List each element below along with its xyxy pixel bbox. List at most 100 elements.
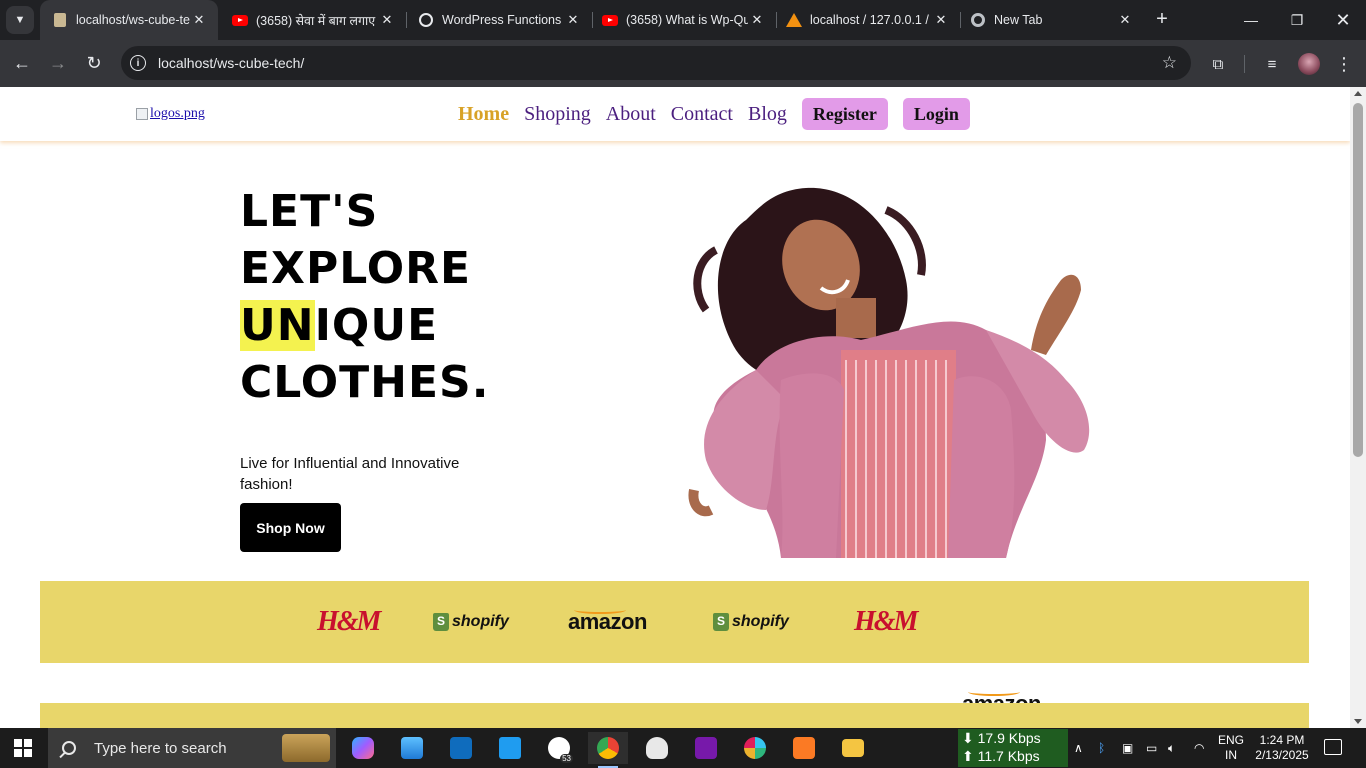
site-header: logos.png Home Shoping About Contact Blo… — [0, 87, 1350, 141]
restore-button[interactable]: ❐ — [1274, 0, 1320, 40]
whatsapp-icon[interactable]: 53 — [539, 732, 579, 764]
back-button[interactable]: ← — [8, 49, 36, 77]
close-icon[interactable]: ✕ — [932, 12, 950, 28]
url-text[interactable]: localhost/ws-cube-tech/ — [158, 55, 304, 71]
youtube-icon — [602, 12, 618, 28]
file-explorer-icon[interactable] — [833, 732, 873, 764]
tray-chevron-icon[interactable]: ∧ — [1074, 728, 1083, 768]
brand-shopify-logo: shopify — [713, 581, 789, 663]
extensions-icon[interactable]: ⧉ — [1206, 52, 1230, 76]
tab-search-button[interactable]: ▼ — [6, 6, 34, 34]
close-icon[interactable]: ✕ — [748, 12, 766, 28]
close-window-button[interactable]: ✕ — [1320, 0, 1366, 40]
inkscape-icon[interactable] — [637, 732, 677, 764]
tab-strip: ▼ localhost/ws-cube-tech/ ✕ (3658) सेवा … — [0, 0, 1366, 40]
tab-youtube-1[interactable]: (3658) सेवा में बाग लगाए ✕ — [220, 0, 406, 40]
page-viewport: logos.png Home Shoping About Contact Blo… — [0, 87, 1350, 728]
slack-icon[interactable] — [735, 732, 775, 764]
volume-icon[interactable]: 🔈︎ — [1168, 728, 1175, 768]
clock-time: 1:24 PM — [1259, 733, 1305, 747]
browser-toolbar: ← → ↻ i localhost/ws-cube-tech/ ☆ ⧉ ≡ ⋮ — [0, 40, 1366, 87]
main-nav: Home Shoping About Contact Blog Register… — [458, 98, 985, 130]
search-highlight-image[interactable] — [282, 734, 330, 762]
tab-phpmyadmin[interactable]: localhost / 127.0.0.1 / ✕ — [774, 0, 960, 40]
close-icon[interactable]: ✕ — [190, 12, 208, 28]
bookmark-star-icon[interactable]: ☆ — [1162, 53, 1177, 73]
bluetooth-icon[interactable]: ᛒ — [1098, 728, 1105, 768]
close-icon[interactable]: ✕ — [564, 12, 582, 28]
computer-icon[interactable] — [392, 732, 432, 764]
search-placeholder: Type here to search — [94, 739, 227, 757]
brand-logo-strip: H&M shopify amazon shopify H&M amazon — [40, 581, 1309, 716]
logo-alt-text: logos.png — [150, 106, 205, 121]
battery-icon[interactable]: ▭ — [1146, 728, 1157, 768]
wifi-icon[interactable]: ◠ — [1194, 728, 1204, 768]
page-scrollbar[interactable] — [1350, 87, 1366, 728]
login-button[interactable]: Login — [902, 98, 970, 130]
minimize-button[interactable]: — — [1228, 0, 1274, 40]
forward-button[interactable]: → — [44, 49, 72, 77]
hero-line-3-rest: IQUE — [314, 300, 439, 351]
tab-title: localhost/ws-cube-tech/ — [76, 13, 190, 27]
tab-title: localhost / 127.0.0.1 / — [810, 13, 929, 27]
hero-heading: LET'S EXPLORE UNIQUE CLOTHES. — [240, 183, 489, 411]
register-button[interactable]: Register — [801, 98, 888, 130]
close-icon[interactable]: ✕ — [1116, 12, 1134, 28]
tab-youtube-2[interactable]: (3658) What is Wp-Qu ✕ — [590, 0, 776, 40]
close-icon[interactable]: ✕ — [378, 12, 396, 28]
nav-shoping[interactable]: Shoping — [524, 98, 591, 130]
windows-taskbar: Type here to search 53 ⬇ 17.9 Kbps ⬆ 11.… — [0, 728, 1366, 768]
media-control-icon[interactable]: ≡ — [1260, 52, 1284, 76]
download-speed: ⬇ 17.9 Kbps — [962, 730, 1041, 746]
tab-wordpress-functions[interactable]: WordPress Functions ✕ — [406, 0, 592, 40]
hero-subtitle: Live for Influential and Innovative fash… — [240, 455, 460, 493]
network-speed-widget: ⬇ 17.9 Kbps ⬆ 11.7 Kbps — [958, 729, 1068, 767]
chrome-icon — [970, 12, 986, 28]
clock-date: 2/13/2025 — [1255, 748, 1309, 762]
toolbar-divider — [1244, 55, 1245, 73]
hero-line-1: LET'S — [240, 186, 379, 237]
address-bar[interactable]: i localhost/ws-cube-tech/ ☆ — [121, 46, 1191, 80]
tab-title: (3658) सेवा में बाग लगाए — [256, 13, 376, 28]
shop-now-button[interactable]: Shop Now — [240, 503, 341, 552]
nav-contact[interactable]: Contact — [671, 98, 733, 130]
outlook-icon[interactable] — [441, 732, 481, 764]
hero-model-image — [688, 187, 1090, 558]
tab-new-tab[interactable]: New Tab ✕ — [958, 0, 1144, 40]
brand-shopify-logo: shopify — [433, 581, 509, 663]
language-indicator[interactable]: ENG IN — [1218, 733, 1244, 763]
amazon-smile-icon — [968, 688, 1020, 696]
nav-about[interactable]: About — [606, 98, 656, 130]
scroll-up-arrow-icon[interactable] — [1354, 91, 1362, 96]
new-tab-button[interactable]: + — [1150, 8, 1174, 32]
broken-image-icon — [136, 108, 148, 120]
phpmyadmin-icon — [786, 12, 802, 28]
amazon-smile-icon — [574, 606, 626, 614]
profile-avatar[interactable] — [1298, 53, 1320, 75]
nav-blog[interactable]: Blog — [748, 98, 787, 130]
whatsapp-badge: 53 — [560, 754, 573, 763]
copilot-icon[interactable] — [343, 732, 383, 764]
tab-title: WordPress Functions — [442, 13, 562, 27]
notifications-icon[interactable] — [1324, 739, 1342, 755]
taskbar-search-box[interactable]: Type here to search — [48, 728, 336, 768]
tab-localhost[interactable]: localhost/ws-cube-tech/ ✕ — [40, 0, 218, 40]
chrome-taskbar-icon[interactable] — [588, 732, 628, 768]
camera-icon[interactable]: ▣ — [1122, 728, 1133, 768]
menu-kebab-icon[interactable]: ⋮ — [1332, 52, 1356, 76]
reload-button[interactable]: ↻ — [80, 49, 108, 77]
tab-title: New Tab — [994, 13, 1043, 27]
vscode-icon[interactable] — [490, 732, 530, 764]
brand-amazon-logo: amazon — [568, 581, 1350, 663]
taskbar-clock[interactable]: 1:24 PM 2/13/2025 — [1252, 733, 1312, 763]
xampp-icon[interactable] — [784, 732, 824, 764]
scroll-down-arrow-icon[interactable] — [1354, 719, 1362, 724]
site-info-icon[interactable]: i — [130, 55, 146, 71]
openai-icon — [418, 12, 434, 28]
scrollbar-thumb[interactable] — [1353, 103, 1363, 457]
onenote-icon[interactable] — [686, 732, 726, 764]
next-section-strip — [40, 703, 1309, 728]
nav-home[interactable]: Home — [458, 98, 509, 130]
site-logo[interactable]: logos.png — [136, 106, 205, 122]
windows-start-button[interactable] — [14, 739, 32, 757]
